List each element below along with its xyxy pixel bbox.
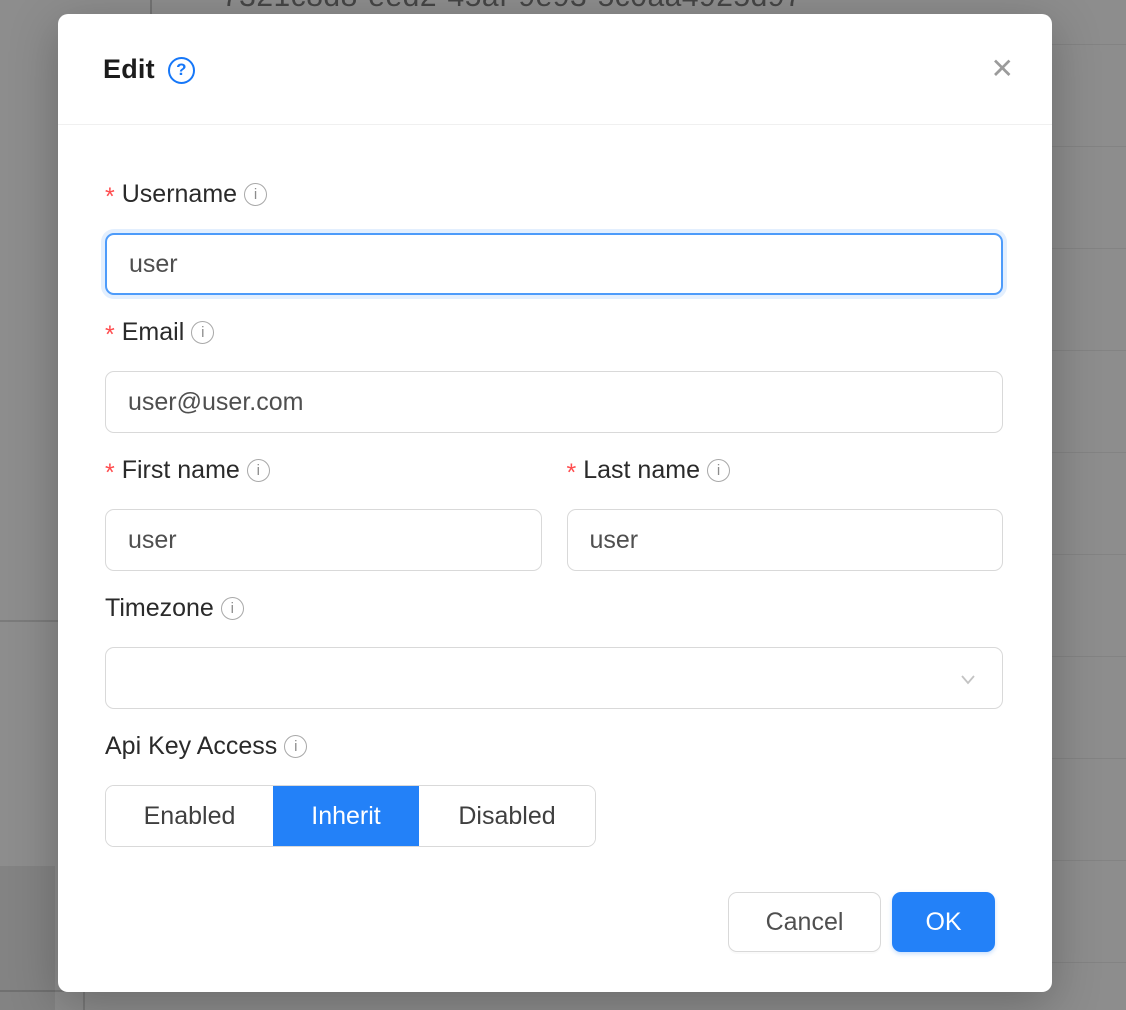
- info-icon[interactable]: i: [247, 459, 270, 482]
- cancel-button[interactable]: Cancel: [728, 892, 881, 952]
- info-icon[interactable]: i: [284, 735, 307, 758]
- close-icon[interactable]: ✕: [991, 55, 1014, 83]
- timezone-select[interactable]: [105, 647, 1003, 709]
- last-name-label-row: * Last name i: [567, 456, 1004, 484]
- name-labels-row: * First name i * Last name i: [105, 456, 1003, 509]
- background-row-line: [1040, 248, 1126, 249]
- last-name-label: Last name: [583, 456, 700, 485]
- info-icon[interactable]: i: [244, 183, 267, 206]
- background-row-line: [1040, 860, 1126, 861]
- background-left-divider: [0, 620, 58, 622]
- last-name-input[interactable]: [567, 509, 1004, 571]
- api-key-access-option-inherit[interactable]: Inherit: [273, 786, 419, 846]
- email-label-row: * Email i: [105, 318, 1003, 346]
- dialog-body: * Username i * Email i * First name i * …: [58, 125, 1052, 952]
- dialog-header: Edit ? ✕: [58, 14, 1052, 124]
- email-input[interactable]: [105, 371, 1003, 433]
- required-asterisk: *: [105, 459, 115, 488]
- dialog-footer: Cancel OK: [105, 892, 1003, 952]
- info-icon[interactable]: i: [221, 597, 244, 620]
- username-input[interactable]: [105, 233, 1003, 295]
- background-row-line: [1040, 452, 1126, 453]
- timezone-label-row: Timezone i: [105, 594, 1003, 622]
- username-label: Username: [122, 180, 237, 209]
- chevron-down-icon: [956, 667, 980, 691]
- first-name-label-row: * First name i: [105, 456, 542, 484]
- background-row-line: [1040, 962, 1126, 963]
- background-left-panel: [0, 866, 55, 1010]
- api-key-access-group: Enabled Inherit Disabled: [105, 785, 596, 847]
- email-label: Email: [122, 318, 185, 347]
- background-row-line: [1040, 554, 1126, 555]
- info-icon[interactable]: i: [707, 459, 730, 482]
- background-table-divider: [150, 0, 152, 14]
- first-name-label: First name: [122, 456, 240, 485]
- required-asterisk: *: [567, 459, 577, 488]
- background-row-line: [1040, 350, 1126, 351]
- background-row-line: [1040, 656, 1126, 657]
- edit-dialog: Edit ? ✕ * Username i * Email i * First …: [58, 14, 1052, 992]
- background-row-line: [1040, 146, 1126, 147]
- timezone-label: Timezone: [105, 594, 214, 623]
- api-key-access-label: Api Key Access: [105, 732, 277, 761]
- first-name-input[interactable]: [105, 509, 542, 571]
- dialog-title: Edit: [103, 54, 155, 85]
- api-key-access-label-row: Api Key Access i: [105, 732, 1003, 760]
- background-uuid-row: 7321c8d8-eed2-45af-9e93-5c0aa4925d97: [222, 0, 922, 14]
- required-asterisk: *: [105, 183, 115, 212]
- ok-button[interactable]: OK: [892, 892, 995, 952]
- api-key-access-option-enabled[interactable]: Enabled: [106, 786, 273, 846]
- background-row-line: [1040, 44, 1126, 45]
- background-uuid-text: 7321c8d8-eed2-45af-9e93-5c0aa4925d97: [222, 0, 922, 14]
- name-inputs-row: [105, 509, 1003, 594]
- info-icon[interactable]: i: [191, 321, 214, 344]
- api-key-access-option-disabled[interactable]: Disabled: [419, 786, 595, 846]
- background-row-line: [1040, 758, 1126, 759]
- username-label-row: * Username i: [105, 180, 1003, 208]
- help-icon[interactable]: ?: [168, 57, 195, 84]
- required-asterisk: *: [105, 321, 115, 350]
